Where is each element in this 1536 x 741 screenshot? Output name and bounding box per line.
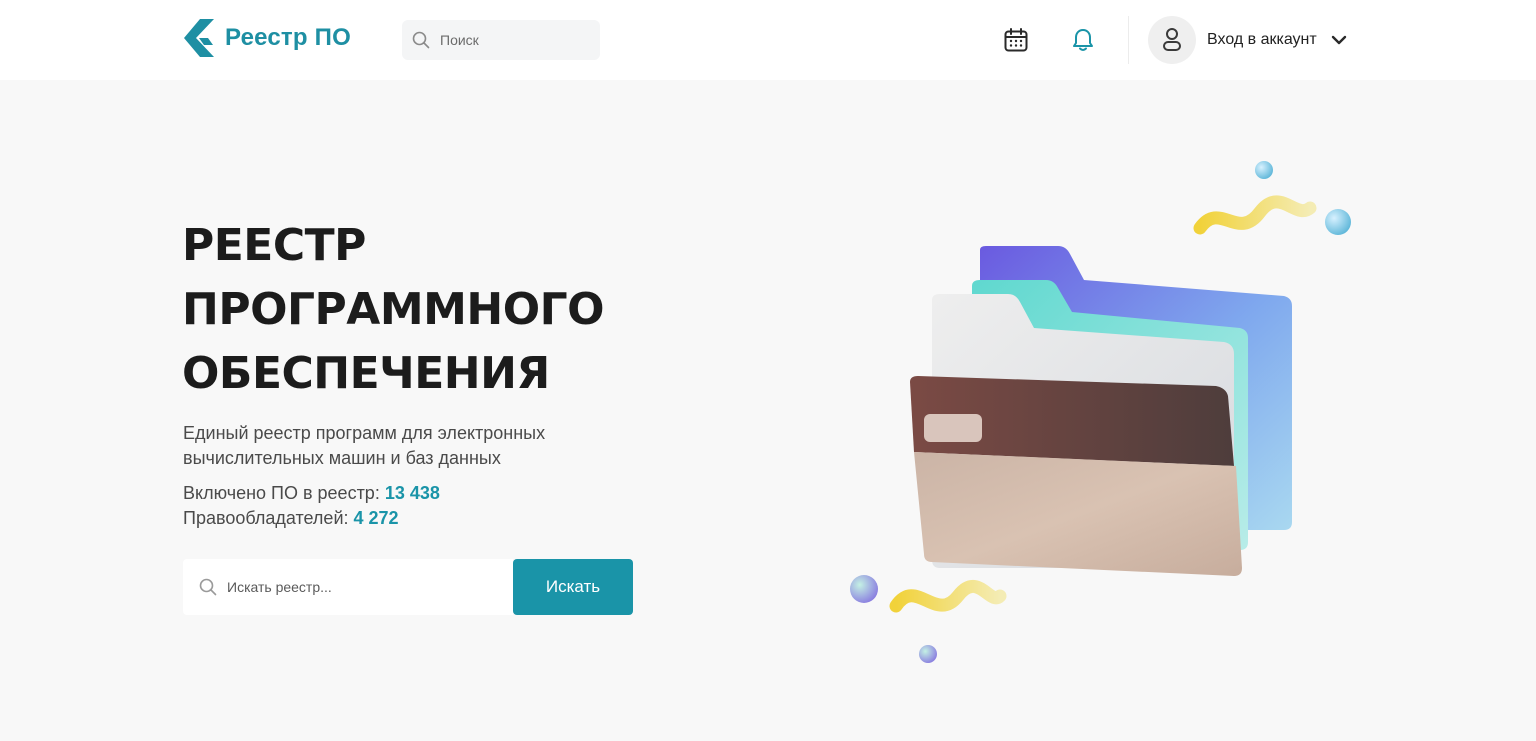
page-title: РЕЕСТР ПРОГРАММНОГО ОБЕСПЕЧЕНИЯ bbox=[182, 220, 605, 399]
account-menu[interactable]: Вход в аккаунт bbox=[1148, 16, 1347, 64]
calendar-button[interactable] bbox=[1000, 24, 1032, 56]
header: Реестр ПО Вход в bbox=[0, 0, 1536, 80]
avatar bbox=[1148, 16, 1196, 64]
chevron-down-icon bbox=[1331, 35, 1347, 45]
header-search-input[interactable] bbox=[440, 32, 590, 48]
search-button[interactable]: Искать bbox=[513, 559, 633, 615]
stat-label: Правообладателей: bbox=[183, 508, 354, 528]
stat-value: 13 438 bbox=[384, 483, 440, 503]
user-icon bbox=[1163, 28, 1181, 51]
logo-icon bbox=[184, 19, 214, 57]
header-divider bbox=[1128, 16, 1129, 64]
registry-search[interactable] bbox=[183, 559, 513, 615]
stat-rightholders-count: Правообладателей: 4 272 bbox=[183, 506, 399, 531]
header-search[interactable] bbox=[402, 20, 600, 60]
stat-software-count: Включено ПО в реестр: 13 438 bbox=[183, 481, 440, 506]
search-icon bbox=[412, 31, 430, 49]
logo-text: Реестр ПО bbox=[225, 24, 351, 51]
stat-value: 4 272 bbox=[353, 508, 399, 528]
stat-label: Включено ПО в реестр: bbox=[183, 483, 385, 503]
account-label: Вход в аккаунт bbox=[1207, 31, 1317, 48]
hero-subtitle: Единый реестр программ для электронных в… bbox=[183, 423, 546, 468]
logo[interactable]: Реестр ПО bbox=[182, 18, 351, 58]
notifications-button[interactable] bbox=[1067, 24, 1099, 56]
bell-icon bbox=[1073, 29, 1093, 51]
registry-search-input[interactable] bbox=[227, 579, 507, 595]
search-icon bbox=[199, 578, 217, 596]
calendar-icon bbox=[1004, 28, 1028, 52]
folder-illustration bbox=[850, 161, 1351, 663]
